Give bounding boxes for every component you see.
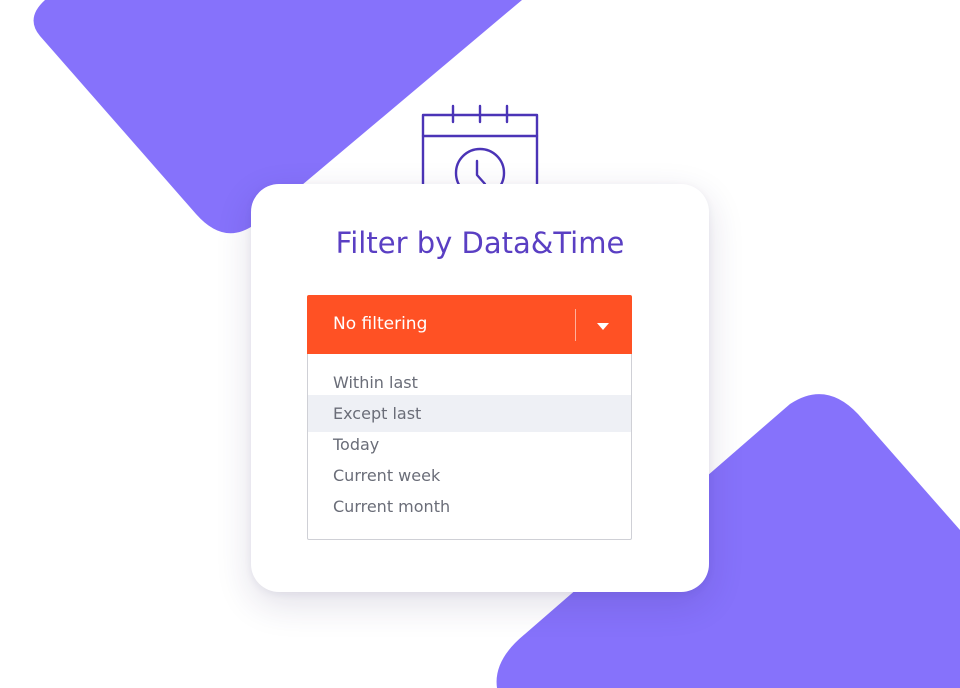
option-within-last[interactable]: Within last <box>308 367 631 398</box>
option-current-week[interactable]: Current week <box>308 460 631 491</box>
triangle-down-icon[interactable] <box>597 323 609 330</box>
card-title: Filter by Data&Time <box>335 226 625 260</box>
option-today[interactable]: Today <box>308 429 631 460</box>
dropdown-divider <box>575 309 576 341</box>
dropdown-toggle[interactable]: No filtering <box>307 295 632 354</box>
dropdown-options-list: Within last Except last Today Current we… <box>307 354 632 540</box>
date-time-filter-dropdown[interactable]: No filtering Within last Except last Tod… <box>307 295 632 540</box>
dropdown-selected-value: No filtering <box>333 314 428 334</box>
option-except-last[interactable]: Except last <box>308 395 631 432</box>
filter-card: Filter by Data&Time No filtering Within … <box>251 184 709 592</box>
option-current-month[interactable]: Current month <box>308 491 631 522</box>
